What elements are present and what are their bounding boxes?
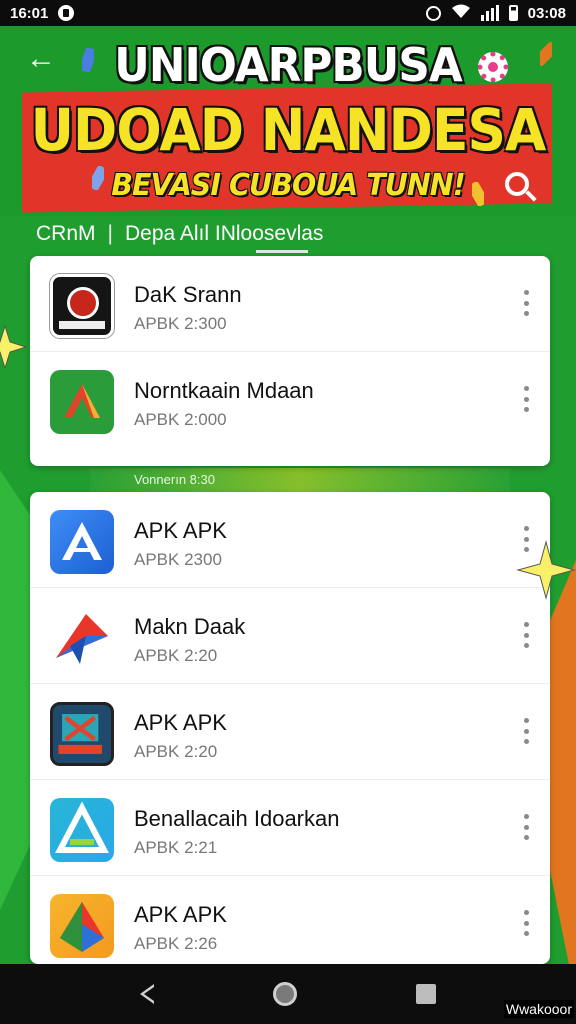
navigation-bar [0, 964, 576, 1024]
tab-indicator [256, 250, 308, 253]
app-subtitle: APBK 2300 [134, 550, 222, 569]
more-options-icon[interactable] [522, 910, 530, 936]
tab-separator: | [107, 222, 113, 245]
app-title: APK APK [134, 518, 227, 543]
nav-back-icon[interactable] [139, 984, 154, 1004]
app-subtitle: APBK 2:300 [134, 314, 227, 333]
app-list-card: DaK Srann APBK 2:300 Norntkaain Mdaan AP… [30, 256, 550, 466]
app-title: Benallacaih Idoarkan [134, 806, 340, 831]
app-title: Norntkaain Mdaan [134, 378, 314, 403]
list-item[interactable]: APK APK APBK 2:26 [30, 876, 550, 964]
watermark: Wwakooor [503, 1000, 574, 1018]
banner-title-line3: BEVASI CUBOUA TUNN! [111, 168, 465, 203]
app-subtitle: APBK 2:000 [134, 410, 227, 429]
status-clock: 03:08 [527, 4, 566, 22]
blue-a-icon [50, 510, 114, 574]
tab-bar: CRnM | Depa Alıl INloosevlas [0, 216, 576, 252]
app-subtitle: APBK 2:21 [134, 838, 218, 857]
app-subtitle: APBK 2:20 [134, 742, 218, 761]
status-time: 16:01 [10, 4, 49, 22]
nav-home-icon[interactable] [272, 982, 297, 1006]
more-options-icon[interactable] [522, 622, 530, 648]
dark-badge-icon [50, 274, 114, 338]
nav-recent-icon[interactable] [416, 984, 437, 1004]
red-paper-plane-icon [50, 606, 114, 670]
list-item[interactable]: APK APK APBK 2:20 [30, 684, 550, 780]
app-list-card: APK APK APBK 2300 Makn Daak APBK 2:20 AP… [30, 492, 550, 964]
app-title: Makn Daak [134, 614, 246, 639]
green-arrow-icon [50, 370, 114, 434]
status-bar: 16:01 03:08 [0, 0, 576, 26]
alarm-icon [425, 5, 441, 21]
list-item[interactable]: Makn Daak APBK 2:20 [30, 588, 550, 684]
section-caption: Vonnerın 8:30 [134, 472, 215, 487]
signal-icon [480, 5, 499, 21]
more-options-icon[interactable] [522, 814, 530, 840]
navy-badge-icon [50, 702, 114, 766]
promo-banner: ← UNIOARPBUSA UDOAD NANDESA BEVASI CUBOU… [0, 26, 576, 216]
notification-icon [58, 5, 75, 21]
wifi-icon [451, 3, 471, 23]
tab-right[interactable]: Depa Alıl INloosevlas [125, 222, 323, 246]
teal-triangle-icon [50, 798, 114, 862]
list-item[interactable]: Benallacaih Idoarkan APBK 2:21 [30, 780, 550, 876]
banner-title-line2: UDOAD NANDESA [30, 96, 547, 164]
battery-icon [508, 5, 518, 21]
gear-icon[interactable] [478, 52, 508, 82]
app-subtitle: APBK 2:26 [134, 934, 218, 953]
search-icon[interactable] [505, 172, 537, 202]
list-item[interactable]: APK APK APBK 2300 [30, 492, 550, 588]
app-title: DaK Srann [134, 282, 242, 307]
more-options-icon[interactable] [522, 718, 530, 744]
list-item[interactable]: DaK Srann APBK 2:300 [30, 256, 550, 352]
app-subtitle: APBK 2:20 [134, 646, 218, 665]
more-options-icon[interactable] [522, 386, 530, 412]
list-item[interactable]: Norntkaain Mdaan APBK 2:000 [30, 352, 550, 448]
sparkle-icon [516, 540, 576, 600]
orange-drive-icon [50, 894, 114, 958]
app-title: APK APK [134, 710, 227, 735]
more-options-icon[interactable] [522, 290, 530, 316]
tab-left[interactable]: CRnM [36, 222, 96, 246]
app-title: APK APK [134, 902, 227, 927]
sparkle-icon [0, 324, 28, 370]
